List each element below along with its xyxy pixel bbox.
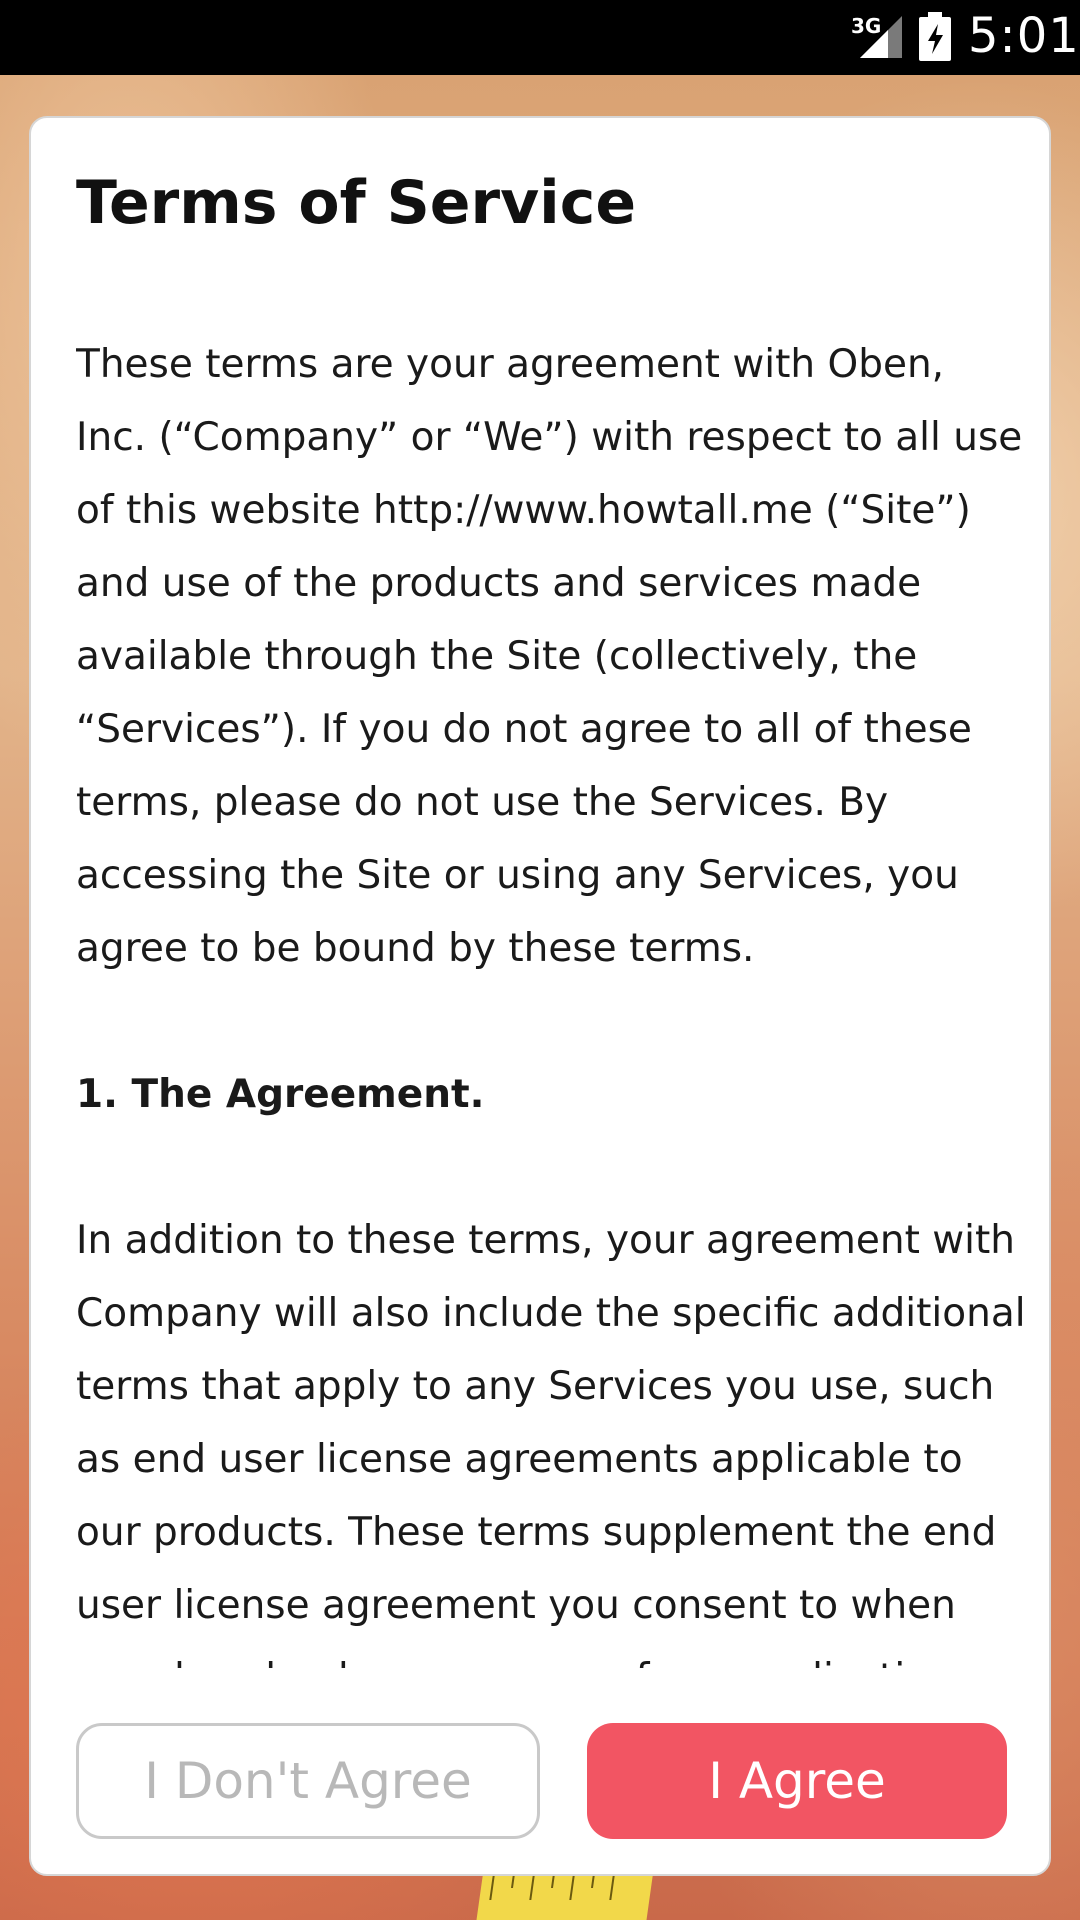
terms-text-scroll[interactable]: These terms are your agreement with Oben… xyxy=(76,328,1026,1668)
battery-charging-icon xyxy=(919,12,951,61)
signal-icon xyxy=(860,16,902,58)
dont-agree-button[interactable]: I Don't Agree xyxy=(76,1723,540,1839)
measuring-tape xyxy=(476,1870,654,1920)
agree-button[interactable]: I Agree xyxy=(587,1723,1007,1839)
terms-paragraph: In addition to these terms, your agreeme… xyxy=(76,1218,1026,1668)
status-bar: 3G 5:01 xyxy=(0,0,1080,75)
terms-dialog: Terms of Service These terms are your ag… xyxy=(29,116,1051,1876)
dialog-title: Terms of Service xyxy=(76,168,637,238)
section-heading: 1. The Agreement. xyxy=(76,1072,485,1117)
clock: 5:01 xyxy=(968,8,1080,64)
terms-paragraph: These terms are your agreement with Oben… xyxy=(76,342,1023,971)
